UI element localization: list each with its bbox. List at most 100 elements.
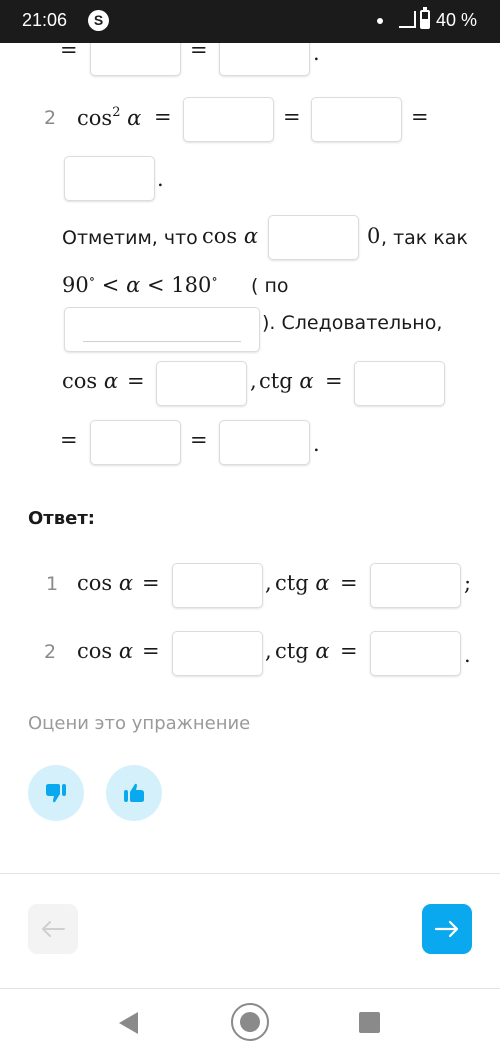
degree: ∘ [211, 272, 218, 287]
answer-input[interactable] [183, 97, 274, 142]
note-text: , так как [381, 227, 468, 249]
equals-sign: = [60, 428, 78, 452]
alpha: α [243, 224, 259, 248]
clock: 21:06 [22, 10, 68, 30]
answer-input[interactable] [64, 156, 155, 201]
equals-sign: = [142, 639, 160, 663]
answer-input[interactable] [219, 43, 310, 76]
alpha: α [299, 369, 314, 393]
answer-ctg-input-1[interactable] [370, 563, 461, 608]
cos-input[interactable] [156, 361, 247, 406]
alpha: α [118, 639, 134, 663]
cos-label: cos [77, 571, 113, 595]
system-navigation-bar [0, 990, 500, 1056]
comma: , [265, 639, 272, 663]
equals-sign: = [127, 369, 145, 393]
answer-ctg-input-2[interactable] [370, 631, 461, 676]
cos-alpha: cos α [202, 224, 258, 248]
exercise-navigation-bar [0, 873, 500, 989]
ctg-alpha: ctg α [275, 571, 330, 595]
shazam-icon: S [88, 10, 109, 31]
thumbs-up-icon [124, 783, 144, 802]
cos-label: cos [77, 639, 113, 663]
ctg-alpha: ctg α [275, 639, 330, 663]
previous-button[interactable] [28, 904, 78, 954]
period: . [464, 643, 471, 667]
battery-icon [420, 7, 430, 29]
zero: 0 [367, 224, 381, 248]
answer-cos-input-1[interactable] [172, 563, 263, 608]
cos-alpha: cos α [77, 639, 133, 663]
recents-icon[interactable] [359, 1012, 380, 1033]
equals-sign: = [142, 571, 160, 595]
less-than: < [146, 273, 165, 297]
equals-sign: = [60, 43, 78, 62]
rating-label: Оцени это упражнение [28, 713, 251, 734]
note-text: ( по [251, 275, 289, 297]
comma: , [250, 369, 257, 393]
equals-sign: = [411, 105, 429, 129]
degree: ∘ [88, 272, 96, 287]
alpha: α [315, 571, 330, 595]
item-number: 2 [44, 107, 57, 129]
alpha: α [118, 571, 134, 595]
equals-sign: = [340, 571, 358, 595]
sign-input[interactable] [268, 215, 359, 260]
ctg-alpha: ctg α [259, 369, 314, 393]
ctg-input[interactable] [354, 361, 445, 406]
answer-cos-input-2[interactable] [172, 631, 263, 676]
range-high: 180 [171, 273, 212, 297]
note-text: ). Следовательно, [262, 312, 443, 334]
less-than: < [101, 273, 120, 297]
dislike-button[interactable] [28, 765, 84, 821]
next-button[interactable] [422, 904, 472, 954]
battery-percent: 40 % [436, 10, 478, 30]
alpha: α [103, 369, 119, 393]
quadrant-dropdown[interactable] [64, 307, 260, 352]
cos-label: cos [77, 106, 113, 130]
cos-alpha: cos α [62, 369, 118, 393]
alpha: α [126, 273, 141, 297]
home-icon[interactable] [231, 1003, 269, 1041]
alpha: α [127, 106, 142, 130]
period: . [313, 43, 320, 65]
cos-label: cos [62, 369, 98, 393]
ctg-label: ctg [275, 639, 309, 663]
cos-alpha: cos α [77, 571, 133, 595]
equals-sign: = [340, 639, 358, 663]
equals-sign: = [190, 428, 208, 452]
cos-squared-alpha: cos2 α [77, 105, 141, 130]
answer-input[interactable] [219, 420, 310, 465]
equals-sign: = [283, 105, 301, 129]
answer-title: Ответ: [28, 508, 95, 529]
like-button[interactable] [106, 765, 162, 821]
angle-range: 90∘ < α < 180∘ [62, 272, 218, 297]
back-icon[interactable] [119, 1012, 138, 1034]
comma: , [265, 571, 272, 595]
exponent: 2 [112, 105, 121, 120]
semicolon: ; [464, 571, 472, 595]
answer-input[interactable] [90, 420, 181, 465]
equals-sign: = [190, 43, 208, 62]
period: . [313, 432, 320, 456]
signal-icon [399, 11, 416, 28]
status-bar: 21:06 S 40 % [0, 0, 500, 43]
thumbs-down-icon [46, 784, 66, 803]
equals-sign: = [154, 105, 172, 129]
arrow-left-icon [42, 921, 65, 937]
ctg-label: ctg [275, 571, 309, 595]
period: . [157, 167, 164, 191]
notification-dot-icon [377, 18, 383, 24]
range-low: 90 [62, 273, 89, 297]
note-text: Отметим, что [62, 227, 198, 249]
arrow-right-icon [434, 920, 459, 938]
answer-row-number: 1 [46, 573, 59, 595]
exercise-content[interactable]: = = . 2 cos2 α = = = . Отметим, что cos … [0, 43, 500, 873]
answer-row-number: 2 [44, 641, 57, 663]
alpha: α [315, 639, 330, 663]
cos-label: cos [202, 224, 238, 248]
ctg-label: ctg [259, 369, 293, 393]
answer-input[interactable] [90, 43, 181, 76]
answer-input[interactable] [311, 97, 402, 142]
equals-sign: = [325, 369, 343, 393]
